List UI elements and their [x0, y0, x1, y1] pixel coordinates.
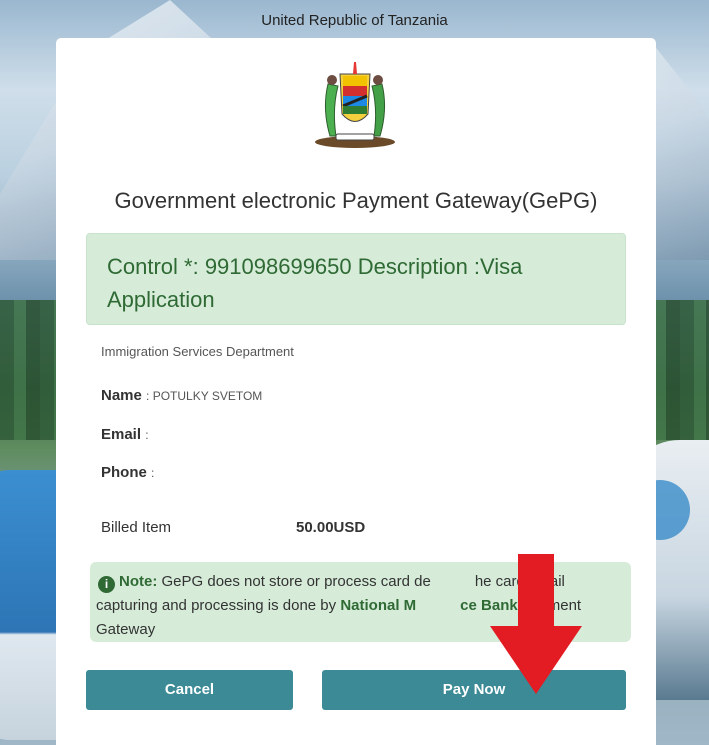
billed-amount: 50.00USD — [296, 519, 365, 536]
payer-name-row: Name : POTULKY SVETOM — [101, 387, 262, 404]
gateway-title: Government electronic Payment Gateway(Ge… — [114, 188, 598, 213]
phone-label: Phone — [101, 464, 147, 481]
country-title: United Republic of Tanzania — [261, 12, 448, 29]
coat-of-arms-icon — [315, 62, 395, 148]
currency-value: USD — [333, 519, 366, 536]
name-value: : POTULKY SVETOM — [146, 389, 263, 403]
name-label: Name — [101, 387, 142, 404]
note-text-1: GePG does not store or process card de — [157, 573, 431, 590]
red-arrow-annotation — [490, 554, 582, 694]
cancel-button[interactable]: Cancel — [86, 670, 293, 710]
amount-value: 50.00 — [296, 519, 334, 536]
billed-item-label: Billed Item — [101, 519, 172, 536]
control-info-alert: Control *: 991098699650 Description :Vis… — [86, 233, 626, 325]
department-label: Immigration Services Department — [101, 344, 294, 359]
note-bank-name: National M — [340, 597, 417, 614]
payer-email-row: Email : — [101, 426, 149, 443]
info-icon: i — [98, 576, 115, 593]
payment-card: Government electronic Payment Gateway(Ge… — [56, 38, 656, 745]
email-label: Email — [101, 426, 142, 443]
payer-phone-row: Phone : — [101, 464, 154, 481]
note-label: Note: — [119, 573, 158, 590]
phone-value: : — [151, 466, 155, 480]
email-value: : — [145, 428, 149, 442]
